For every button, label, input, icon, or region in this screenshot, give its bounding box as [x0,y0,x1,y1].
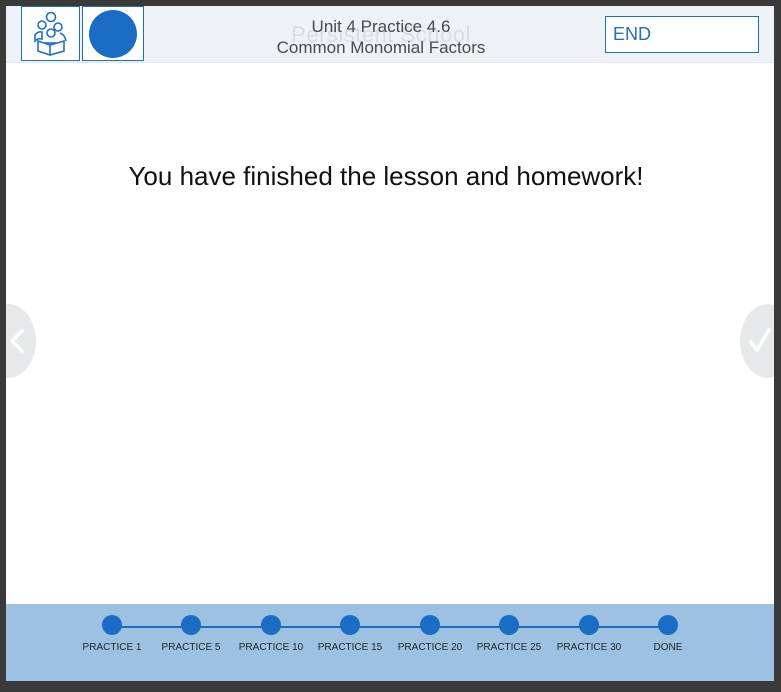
step-dot [499,615,519,635]
progress-step-practice-15[interactable]: PRACTICE 15 [305,615,395,653]
progress-step-practice-1[interactable]: PRACTICE 1 [67,615,157,653]
next-page-button[interactable] [740,304,774,378]
step-dot [102,615,122,635]
lesson-title: Persistent School Unit 4 Practice 4.6 Co… [216,16,546,58]
end-button[interactable]: END [605,16,759,53]
checkmark-icon [749,328,771,352]
step-label: PRACTICE 25 [476,642,542,653]
step-dot [658,615,678,635]
completion-message: You have finished the lesson and homewor… [128,161,644,191]
step-label: PRACTICE 5 [161,642,221,653]
avatar [89,9,137,58]
step-dot [579,615,599,635]
app-frame: Persistent School Unit 4 Practice 4.6 Co… [6,6,774,681]
step-dot [181,615,201,635]
family-reading-icon [33,11,67,56]
school-logo[interactable] [21,6,80,61]
chevron-left-icon [10,329,24,353]
step-dot [261,615,281,635]
progress-step-practice-10[interactable]: PRACTICE 10 [226,615,316,653]
title-line-1: Unit 4 Practice 4.6 [311,17,451,36]
progress-step-done[interactable]: DONE [623,615,713,653]
progress-step-practice-5[interactable]: PRACTICE 5 [146,615,236,653]
step-label: PRACTICE 20 [397,642,463,653]
header-bar: Persistent School Unit 4 Practice 4.6 Co… [6,6,774,63]
step-label: DONE [653,642,683,653]
step-label: PRACTICE 1 [82,642,142,653]
step-dot [420,615,440,635]
progress-step-practice-20[interactable]: PRACTICE 20 [385,615,475,653]
progress-step-practice-25[interactable]: PRACTICE 25 [464,615,554,653]
step-label: PRACTICE 10 [238,642,304,653]
step-label: PRACTICE 30 [556,642,622,653]
user-avatar-button[interactable] [82,6,144,61]
title-line-2: Common Monomial Factors [276,38,486,57]
step-label: PRACTICE 15 [317,642,383,653]
progress-step-practice-30[interactable]: PRACTICE 30 [544,615,634,653]
progress-footer: PRACTICE 1 PRACTICE 5 PRACTICE 10 PRACTI… [6,604,774,681]
step-dot [340,615,360,635]
previous-page-button[interactable] [6,304,36,378]
